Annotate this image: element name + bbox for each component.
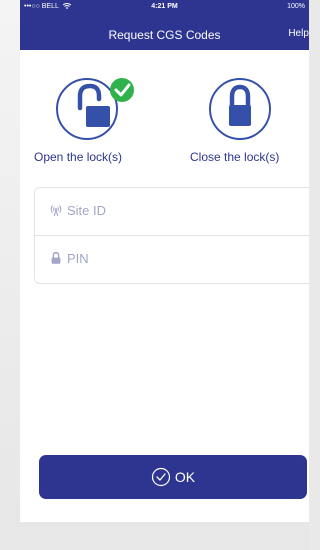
pin-field[interactable]: PIN (35, 236, 309, 283)
bottom-edge (0, 522, 309, 550)
nav-bar: Request CGS Codes Help ( (20, 14, 309, 50)
help-button[interactable]: Help ( (288, 28, 309, 39)
page-title: Request CGS Codes (108, 28, 221, 42)
battery-percentage: 100% (287, 3, 305, 10)
close-locks-label[interactable]: Close the lock(s) (190, 150, 279, 164)
lock-closed-icon[interactable] (208, 76, 272, 142)
ok-label: OK (174, 469, 196, 485)
battery-indicator: 100% (287, 3, 305, 10)
ok-button[interactable]: OK (39, 455, 307, 499)
pin-placeholder: PIN (67, 251, 89, 266)
signal-tower-icon (50, 205, 62, 217)
padlock-icon (51, 252, 61, 264)
check-circle-icon (151, 467, 170, 487)
ok-button-content: OK (39, 455, 307, 499)
site-id-field[interactable]: Site ID (35, 188, 309, 236)
site-id-placeholder: Site ID (67, 203, 107, 218)
app-screen: •••○○ BELL 4:21 PM 100% Request CGS Code… (20, 0, 309, 522)
open-locks-label[interactable]: Open the lock(s) (34, 150, 122, 164)
status-bar: •••○○ BELL 4:21 PM 100% (20, 0, 309, 14)
credentials-form: Site ID PIN (34, 187, 309, 284)
background-edge (0, 0, 20, 550)
status-time: 4:21 PM (151, 3, 178, 10)
lock-open-icon[interactable] (55, 76, 135, 142)
